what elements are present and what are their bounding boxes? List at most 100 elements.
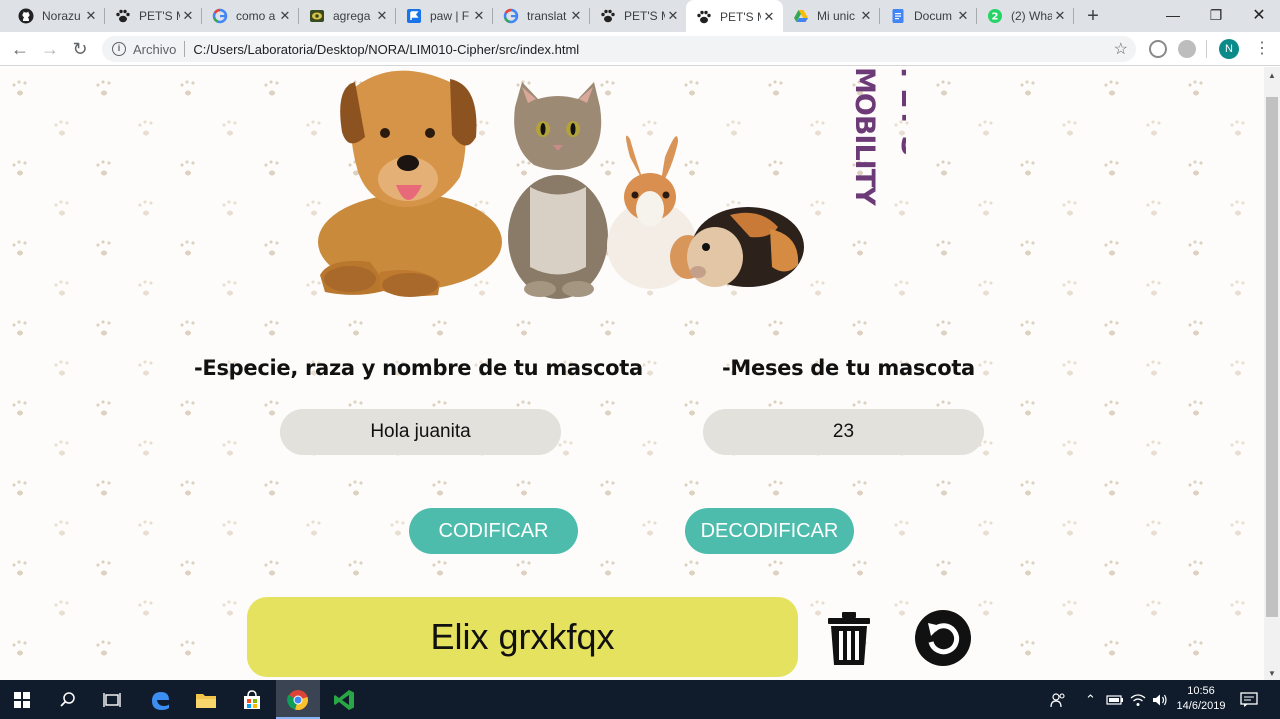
vscode-icon[interactable] xyxy=(322,680,366,719)
extension-icon-2[interactable] xyxy=(1178,40,1196,58)
tab-title: (2) Wha xyxy=(1011,9,1052,23)
close-icon[interactable]: ✕ xyxy=(1052,8,1068,24)
tab-title: PET'S M xyxy=(139,9,180,23)
notification-icon[interactable] xyxy=(1240,680,1258,719)
clock-date: 14/6/2019 xyxy=(1176,700,1226,712)
windows-taskbar: ⌃ 10:56 14/6/2019 xyxy=(0,680,1280,719)
browser-toolbar: ← → ↻ i Archivo C:/Users/Laboratoria/Des… xyxy=(0,32,1280,66)
bookmark-star-icon[interactable]: ☆ xyxy=(1114,39,1128,59)
tab-1[interactable]: Norazu ✕ xyxy=(8,0,105,32)
paw-icon xyxy=(696,9,712,25)
window-close-icon[interactable]: ✕ xyxy=(1237,0,1280,30)
months-label: -Meses de tu mascota xyxy=(722,356,975,380)
tab-title: PET'S M xyxy=(624,9,665,23)
tab-title: agrega xyxy=(333,9,371,23)
scroll-up-icon[interactable]: ▲ xyxy=(1268,71,1276,80)
google-icon xyxy=(212,8,228,24)
close-icon[interactable]: ✕ xyxy=(568,8,584,24)
close-icon[interactable]: ✕ xyxy=(955,8,971,24)
months-input[interactable] xyxy=(703,409,984,455)
paw-icon xyxy=(600,8,616,24)
tab-3[interactable]: como a ✕ xyxy=(202,0,299,32)
tab-7[interactable]: PET'S M ✕ xyxy=(590,0,687,32)
clock-time: 10:56 xyxy=(1187,685,1215,697)
tab-2[interactable]: PET'S M ✕ xyxy=(105,0,202,32)
brand-text-source: PET'S MOBILITY xyxy=(0,67,1,68)
chevron-up-icon[interactable]: ⌃ xyxy=(1085,680,1096,719)
menu-dots-icon[interactable]: ⋮ xyxy=(1254,40,1270,58)
people-icon[interactable] xyxy=(1050,680,1066,719)
tab-4[interactable]: agrega ✕ xyxy=(299,0,396,32)
windows-start-icon[interactable] xyxy=(0,680,44,719)
tab-11[interactable]: 2 (2) Wha ✕ xyxy=(977,0,1074,32)
close-icon[interactable]: ✕ xyxy=(374,8,390,24)
new-tab-button[interactable]: + xyxy=(1082,5,1104,27)
wifi-icon[interactable] xyxy=(1130,680,1146,719)
address-url[interactable]: C:/Users/Laboratoria/Desktop/NORA/LIM010… xyxy=(193,42,579,57)
tab-8-active[interactable]: PET'S M ✕ xyxy=(686,0,783,33)
info-icon[interactable]: i xyxy=(112,42,126,56)
close-icon[interactable]: ✕ xyxy=(858,8,874,24)
tab-6[interactable]: translat ✕ xyxy=(493,0,590,32)
tab-9[interactable]: Mi unic ✕ xyxy=(783,0,880,32)
reload-icon[interactable]: ↻ xyxy=(68,37,92,61)
extension-icon[interactable] xyxy=(1149,40,1167,58)
tab-title: Mi unic xyxy=(817,9,856,23)
close-icon[interactable]: ✕ xyxy=(761,9,777,25)
file-explorer-icon[interactable] xyxy=(184,680,228,719)
close-icon[interactable]: ✕ xyxy=(180,8,196,24)
result-output: Elix grxkfqx xyxy=(247,597,798,677)
close-icon[interactable]: ✕ xyxy=(83,8,99,24)
paw-icon xyxy=(115,8,131,24)
tab-title: Norazu xyxy=(42,9,81,23)
tab-separator xyxy=(1073,8,1074,24)
brand-mobility-text: MOBILITY xyxy=(849,67,880,206)
decode-button[interactable]: DECODIFICAR xyxy=(685,508,854,554)
store-icon[interactable] xyxy=(230,680,274,719)
whatsapp-icon: 2 xyxy=(987,8,1003,24)
google-icon xyxy=(503,8,519,24)
tab-title: Docum xyxy=(914,9,953,23)
toolbar-divider xyxy=(1206,40,1207,58)
tab-title: PET'S M xyxy=(720,9,761,24)
scrollbar-thumb[interactable] xyxy=(1266,97,1278,617)
reset-icon[interactable] xyxy=(914,609,972,667)
pets-illustration xyxy=(318,70,804,299)
tab-title: como a xyxy=(236,9,276,23)
profile-avatar[interactable]: N xyxy=(1219,39,1239,59)
address-scheme: Archivo xyxy=(133,41,177,57)
address-bar[interactable]: i Archivo C:/Users/Laboratoria/Desktop/N… xyxy=(102,36,1136,62)
close-icon[interactable]: ✕ xyxy=(665,8,681,24)
svg-text:2: 2 xyxy=(992,12,999,23)
drive-icon xyxy=(793,8,809,24)
forward-arrow-icon[interactable]: → xyxy=(38,37,62,61)
trash-icon[interactable] xyxy=(826,610,872,666)
chrome-icon[interactable] xyxy=(276,680,320,719)
docs-icon xyxy=(890,8,906,24)
brand-pets-text: PET'S xyxy=(894,67,906,156)
task-view-icon[interactable] xyxy=(90,680,134,719)
search-icon[interactable] xyxy=(46,680,90,719)
github-icon xyxy=(18,8,34,24)
edge-icon[interactable] xyxy=(138,680,182,719)
close-icon[interactable]: ✕ xyxy=(277,8,293,24)
page-content: MOBILITY PET'S PET'S MOBILITY -Especie, … xyxy=(0,67,1264,680)
address-divider xyxy=(184,41,186,57)
species-label: -Especie, raza y nombre de tu mascota xyxy=(194,356,643,380)
encode-button[interactable]: CODIFICAR xyxy=(409,508,578,554)
tab-title: translat xyxy=(527,9,567,23)
minimize-icon[interactable]: — xyxy=(1151,0,1195,30)
taskbar-clock[interactable]: 10:56 14/6/2019 xyxy=(1166,684,1236,714)
scroll-down-icon[interactable]: ▼ xyxy=(1268,669,1276,678)
flag-icon xyxy=(406,8,422,24)
tab-5[interactable]: paw | F ✕ xyxy=(396,0,493,32)
battery-icon xyxy=(1106,680,1124,719)
page-scrollbar[interactable]: ▲ ▼ xyxy=(1264,67,1280,680)
tab-strip: Norazu ✕ PET'S M ✕ como a ✕ agrega ✕ paw… xyxy=(0,0,1280,33)
close-icon[interactable]: ✕ xyxy=(471,8,487,24)
tab-10[interactable]: Docum ✕ xyxy=(880,0,977,32)
message-input[interactable] xyxy=(280,409,561,455)
tab-title: paw | F xyxy=(430,9,470,23)
restore-icon[interactable]: ❐ xyxy=(1194,0,1238,30)
back-arrow-icon[interactable]: ← xyxy=(8,37,32,61)
